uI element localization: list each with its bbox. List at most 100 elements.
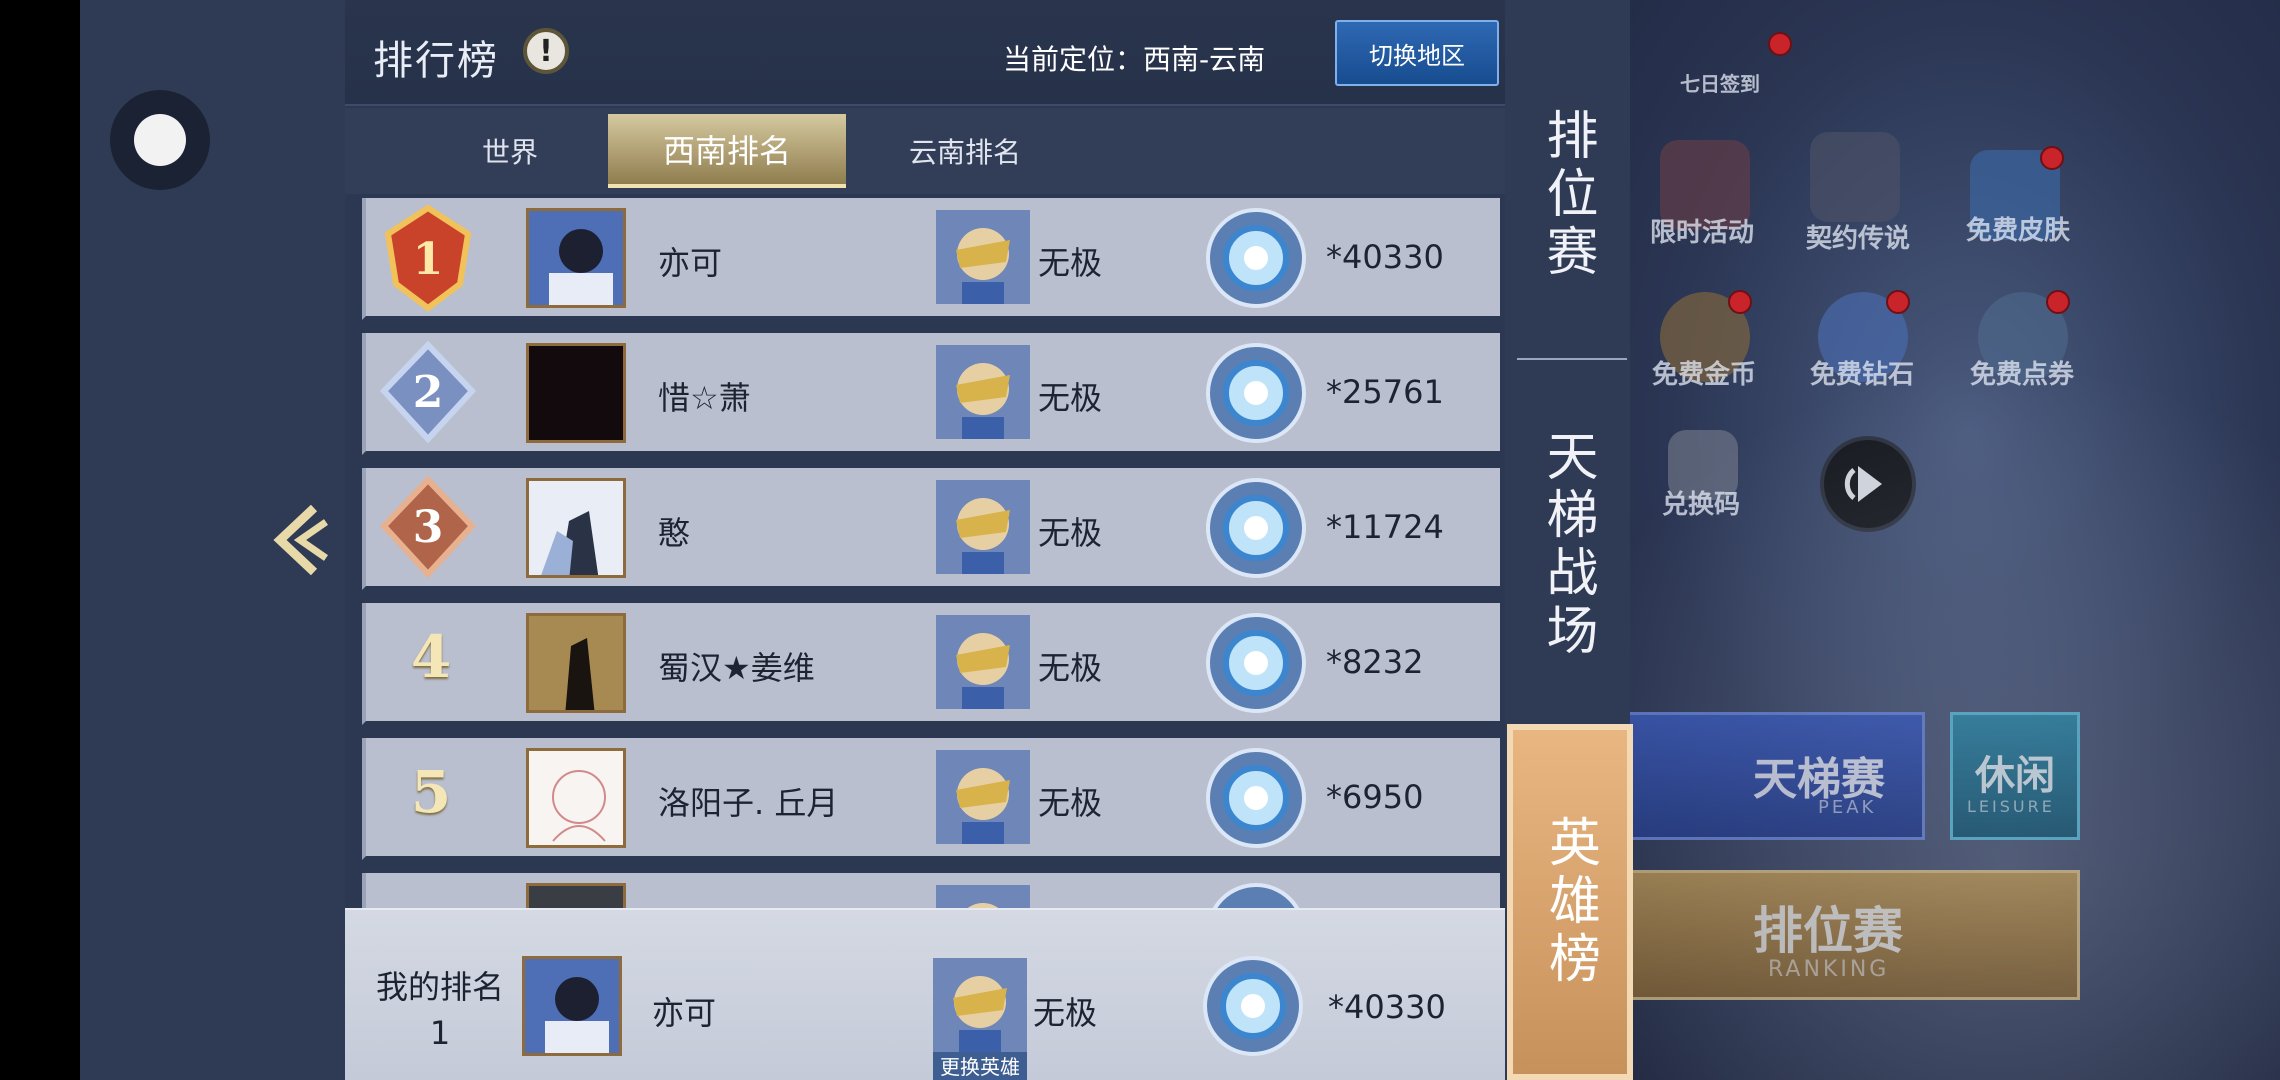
my-rank-bar: 我的排名 1 亦可 更换英雄 无极 *40330 bbox=[345, 908, 1505, 1080]
avatar[interactable] bbox=[526, 478, 626, 578]
free-coupon-reddot bbox=[2046, 290, 2070, 314]
rank-number: 4 bbox=[410, 623, 452, 691]
side-tab-ladder[interactable]: 天梯战场 bbox=[1505, 380, 1630, 710]
tab-world[interactable]: 世界 bbox=[425, 114, 595, 188]
avatar[interactable] bbox=[526, 208, 626, 308]
table-row[interactable]: 5 洛阳子. 丘月 无极 *6950 bbox=[362, 738, 1500, 860]
table-row[interactable]: 2 惜☆萧 无极 *25761 bbox=[362, 333, 1500, 455]
my-rank-title: 我的排名 bbox=[375, 968, 504, 1006]
redeem-label: 兑换码 bbox=[1662, 490, 1741, 520]
table-row[interactable] bbox=[362, 873, 1500, 908]
rank-number: 3 bbox=[413, 502, 444, 553]
contract-label: 契约传说 bbox=[1806, 224, 1911, 254]
leisure-label: 休闲 bbox=[1975, 753, 2055, 799]
free-diamond-label: 免费钻石 bbox=[1810, 360, 1915, 390]
my-avatar[interactable] bbox=[522, 956, 622, 1056]
limited-event-label: 限时活动 bbox=[1650, 218, 1755, 248]
checkin-reddot bbox=[1768, 32, 1792, 56]
ranking-tabs: 世界 西南排名 云南排名 bbox=[345, 108, 1505, 194]
player-name: 惜☆萧 bbox=[658, 379, 751, 417]
hero-name: 无极 bbox=[1038, 784, 1103, 822]
avatar[interactable] bbox=[526, 613, 626, 713]
avatar[interactable] bbox=[526, 748, 626, 848]
free-diamond-icon bbox=[1818, 292, 1908, 382]
ladder-mode-button: 天梯赛 PEAK bbox=[1625, 712, 1925, 840]
rank-number: 1 bbox=[413, 234, 444, 285]
score: *11724 bbox=[1326, 508, 1444, 546]
hero-portrait bbox=[936, 345, 1030, 439]
hero-name: 无极 bbox=[1038, 649, 1103, 687]
rank-gem-icon bbox=[1206, 343, 1306, 443]
free-coupon-label: 免费点券 bbox=[1970, 360, 2075, 390]
avatar[interactable] bbox=[526, 343, 626, 443]
rank-gem-icon bbox=[1203, 956, 1303, 1056]
gold-rank-badge-icon: 1 bbox=[384, 204, 472, 312]
player-name: 亦可 bbox=[658, 244, 723, 282]
leisure-en-label: LEISURE bbox=[1967, 797, 2055, 816]
rank-gem-icon bbox=[1212, 883, 1300, 908]
floating-assistant-button[interactable] bbox=[110, 90, 210, 190]
hero-portrait bbox=[936, 885, 1030, 908]
ranking-list: 1 亦可 无极 *40330 2 惜☆萧 无极 *25761 3 憨 无极 *1… bbox=[362, 198, 1502, 908]
hero-name: 无极 bbox=[1038, 514, 1103, 552]
side-tab-ranked[interactable]: 排位赛 bbox=[1505, 50, 1630, 340]
hero-name: 无极 bbox=[1038, 379, 1103, 417]
side-tab-hero-list[interactable]: 英雄榜 bbox=[1507, 724, 1633, 1080]
rank-number: 2 bbox=[413, 367, 444, 418]
free-coupon-icon bbox=[1978, 292, 2068, 382]
silver-rank-badge-icon: 2 bbox=[379, 340, 477, 444]
floating-ball-icon bbox=[134, 114, 186, 166]
my-rank-number: 1 bbox=[429, 1014, 451, 1052]
hero-portrait bbox=[936, 210, 1030, 304]
change-hero-button[interactable]: 更换英雄 bbox=[933, 1052, 1027, 1080]
double-chevron-left-icon bbox=[273, 504, 328, 576]
free-gold-label: 免费金币 bbox=[1652, 360, 1757, 390]
rank-number: 5 bbox=[410, 758, 452, 826]
my-hero-portrait[interactable] bbox=[933, 958, 1027, 1052]
tab-southwest[interactable]: 西南排名 bbox=[608, 114, 846, 188]
free-skin-label: 免费皮肤 bbox=[1966, 216, 2071, 246]
ranking-label: 排位赛 bbox=[1753, 902, 1903, 960]
info-icon[interactable]: ! bbox=[523, 28, 569, 74]
table-row[interactable]: 1 亦可 无极 *40330 bbox=[362, 198, 1500, 320]
free-diamond-reddot bbox=[1886, 290, 1910, 314]
checkin-label: 七日签到 bbox=[1680, 72, 1760, 96]
player-name: 洛阳子. 丘月 bbox=[658, 784, 839, 822]
sound-icon bbox=[1820, 436, 1916, 532]
collapse-button[interactable] bbox=[270, 500, 330, 580]
free-skin-reddot bbox=[2040, 146, 2064, 170]
my-player-name: 亦可 bbox=[652, 994, 717, 1032]
free-skin-icon bbox=[1970, 150, 2060, 240]
my-rank-label: 我的排名 1 bbox=[367, 964, 513, 1056]
ladder-en-label: PEAK bbox=[1818, 797, 1877, 818]
hero-name: 无极 bbox=[1038, 244, 1103, 282]
player-name: 憨 bbox=[658, 514, 691, 552]
hero-portrait bbox=[936, 480, 1030, 574]
bronze-rank-badge-icon: 3 bbox=[379, 475, 477, 579]
page-title: 排行榜 bbox=[373, 38, 499, 84]
table-row[interactable]: 3 憨 无极 *11724 bbox=[362, 468, 1500, 590]
hero-portrait bbox=[936, 615, 1030, 709]
rank-gem-icon bbox=[1206, 613, 1306, 713]
free-gold-reddot bbox=[1728, 290, 1752, 314]
redeem-icon bbox=[1668, 430, 1738, 500]
tab-yunnan[interactable]: 云南排名 bbox=[870, 114, 1060, 188]
ranking-mode-button: 排位赛 RANKING bbox=[1625, 870, 2080, 1000]
rank-gem-icon bbox=[1206, 208, 1306, 308]
contract-icon bbox=[1810, 132, 1900, 222]
leaderboard-panel: 排行榜 ! 当前定位：西南-云南 切换地区 世界 西南排名 云南排名 1 亦可 bbox=[345, 0, 1505, 1080]
ranking-en-label: RANKING bbox=[1768, 957, 1890, 982]
my-hero-name: 无极 bbox=[1033, 994, 1098, 1032]
score: *6950 bbox=[1326, 778, 1424, 816]
score: *25761 bbox=[1326, 373, 1444, 411]
score: *40330 bbox=[1326, 238, 1444, 276]
player-name: 蜀汉★姜维 bbox=[658, 649, 815, 687]
avatar[interactable] bbox=[526, 883, 626, 908]
category-side-tabs: 排位赛 天梯战场 英雄榜 bbox=[1505, 0, 1633, 1080]
free-gold-icon bbox=[1660, 292, 1750, 382]
switch-region-button[interactable]: 切换地区 bbox=[1335, 20, 1499, 86]
my-score: *40330 bbox=[1328, 988, 1446, 1026]
letterbox bbox=[0, 0, 80, 1080]
table-row[interactable]: 4 蜀汉★姜维 无极 *8232 bbox=[362, 603, 1500, 725]
side-divider bbox=[1517, 358, 1627, 360]
